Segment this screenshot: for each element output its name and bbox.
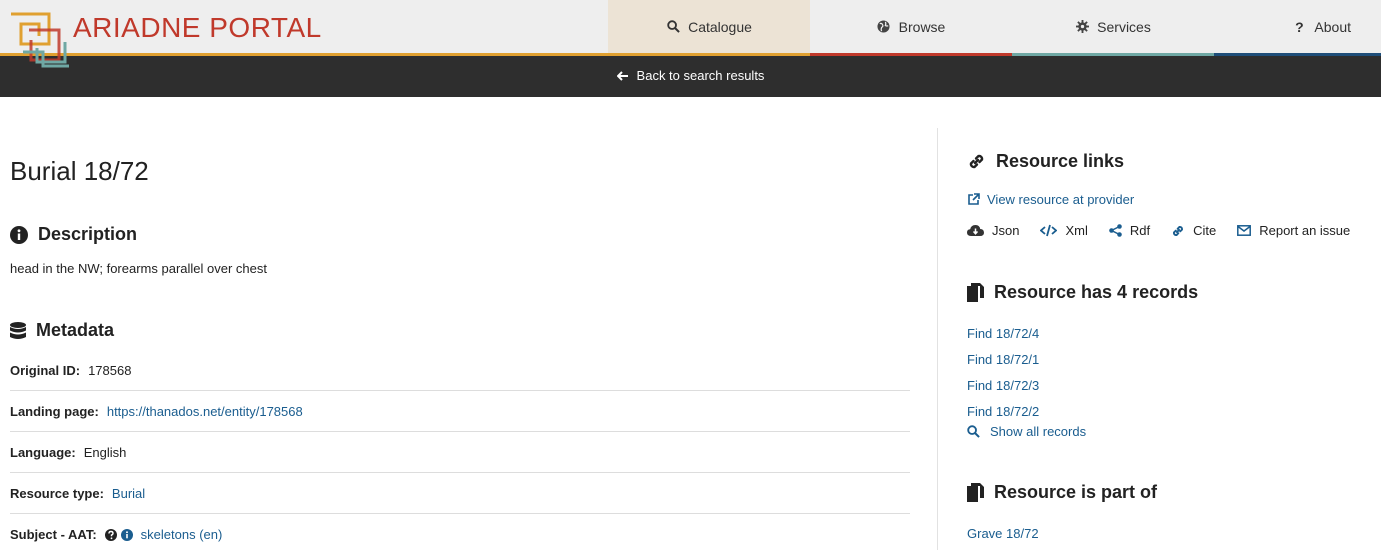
json-label: Json <box>992 223 1020 238</box>
sub-navbar: Back to search results <box>0 56 1381 97</box>
rdf-label: Rdf <box>1129 223 1151 238</box>
arrow-left-icon <box>616 70 629 81</box>
back-to-results-label: Back to search results <box>636 68 765 83</box>
metadata-row-resource-type: Resource type: Burial <box>10 473 910 514</box>
description-heading-text: Description <box>38 224 138 244</box>
json-button[interactable]: Json <box>967 223 1019 238</box>
part-of-heading: Resource is part of <box>967 482 1157 503</box>
record-link[interactable]: Find 18/72/2 <box>967 404 1039 419</box>
search-icon <box>666 20 680 34</box>
resource-type-link[interactable]: Burial <box>112 486 145 501</box>
parent-resource-link[interactable]: Grave 18/72 <box>967 526 1039 541</box>
link-icon <box>967 152 986 171</box>
view-resource-link[interactable]: View resource at provider <box>967 192 1134 207</box>
landing-page-link[interactable]: https://thanados.net/entity/178568 <box>107 404 303 419</box>
record-link[interactable]: Find 18/72/1 <box>967 352 1039 367</box>
ariadne-logo-icon[interactable] <box>9 12 71 68</box>
nav-about[interactable]: ? About <box>1214 0 1381 53</box>
nav-catalogue[interactable]: Catalogue <box>608 0 810 53</box>
code-icon <box>1040 224 1058 237</box>
subject-aat-link[interactable]: skeletons (en) <box>141 527 223 542</box>
top-navbar: ARIADNE PORTAL Catalogue Browse Services… <box>0 0 1381 68</box>
report-issue-button[interactable]: Report an issue <box>1237 223 1350 238</box>
metadata-label: Resource type: <box>10 485 104 501</box>
record-link[interactable]: Find 18/72/3 <box>967 378 1039 393</box>
envelope-icon <box>1237 225 1252 236</box>
gear-icon <box>1075 20 1089 34</box>
share-icon <box>1109 224 1122 237</box>
metadata-heading: Metadata <box>10 320 114 341</box>
description-heading: Description <box>10 224 137 245</box>
metadata-label: Landing page: <box>10 403 99 419</box>
nav-services[interactable]: Services <box>1012 0 1214 53</box>
metadata-row-landing-page: Landing page: https://thanados.net/entit… <box>10 391 910 432</box>
globe-icon <box>877 20 891 34</box>
cite-button[interactable]: Cite <box>1171 223 1216 238</box>
page-title: Burial 18/72 <box>10 156 149 186</box>
brand-title[interactable]: ARIADNE PORTAL <box>73 12 322 44</box>
part-of-heading-text: Resource is part of <box>994 482 1158 502</box>
nav-about-label: About <box>1314 18 1351 35</box>
metadata-value: English <box>83 444 127 460</box>
nav-catalogue-label: Catalogue <box>688 18 752 35</box>
xml-label: Xml <box>1065 223 1088 238</box>
description-text: head in the NW; forearms parallel over c… <box>10 261 267 276</box>
info-circle-icon <box>10 225 28 244</box>
record-link[interactable]: Find 18/72/4 <box>967 326 1039 341</box>
rdf-button[interactable]: Rdf <box>1109 223 1150 238</box>
cite-label: Cite <box>1193 223 1217 238</box>
metadata-row-original-id: Original ID: 178568 <box>10 350 910 391</box>
question-circle-icon[interactable] <box>104 528 117 541</box>
nav-services-label: Services <box>1097 18 1151 35</box>
resource-links-heading-text: Resource links <box>996 151 1125 171</box>
external-link-icon <box>967 193 980 206</box>
metadata-label: Subject - AAT: <box>10 527 97 542</box>
show-all-records-link[interactable]: Show all records <box>967 424 1086 439</box>
cloud-download-icon <box>967 224 984 237</box>
info-circle-icon[interactable] <box>120 528 133 541</box>
report-issue-label: Report an issue <box>1259 223 1351 238</box>
copy-icon <box>967 483 984 502</box>
metadata-label: Language: <box>10 444 76 460</box>
metadata-row-subject-aat: Subject - AAT: skeletons (en) <box>10 514 910 550</box>
records-heading-text: Resource has 4 records <box>994 282 1199 302</box>
metadata-heading-text: Metadata <box>36 320 115 340</box>
metadata-label: Original ID: <box>10 362 81 378</box>
copy-icon <box>967 283 984 302</box>
view-resource-label: View resource at provider <box>987 192 1135 207</box>
question-icon: ? <box>1295 18 1304 35</box>
search-icon <box>967 425 980 438</box>
column-divider <box>937 128 938 550</box>
nav-browse[interactable]: Browse <box>810 0 1012 53</box>
xml-button[interactable]: Xml <box>1040 223 1088 238</box>
metadata-value: 178568 <box>88 362 132 378</box>
resource-actions: Json Xml Rdf Cite Report an issue <box>967 223 1350 238</box>
records-heading: Resource has 4 records <box>967 282 1198 303</box>
nav-browse-label: Browse <box>898 18 946 35</box>
link-icon <box>1171 224 1185 238</box>
database-icon <box>10 321 26 340</box>
resource-links-heading: Resource links <box>967 151 1124 172</box>
show-all-records-label: Show all records <box>990 424 1087 439</box>
metadata-row-language: Language: English <box>10 432 910 473</box>
back-to-results-link[interactable]: Back to search results <box>0 68 1381 83</box>
